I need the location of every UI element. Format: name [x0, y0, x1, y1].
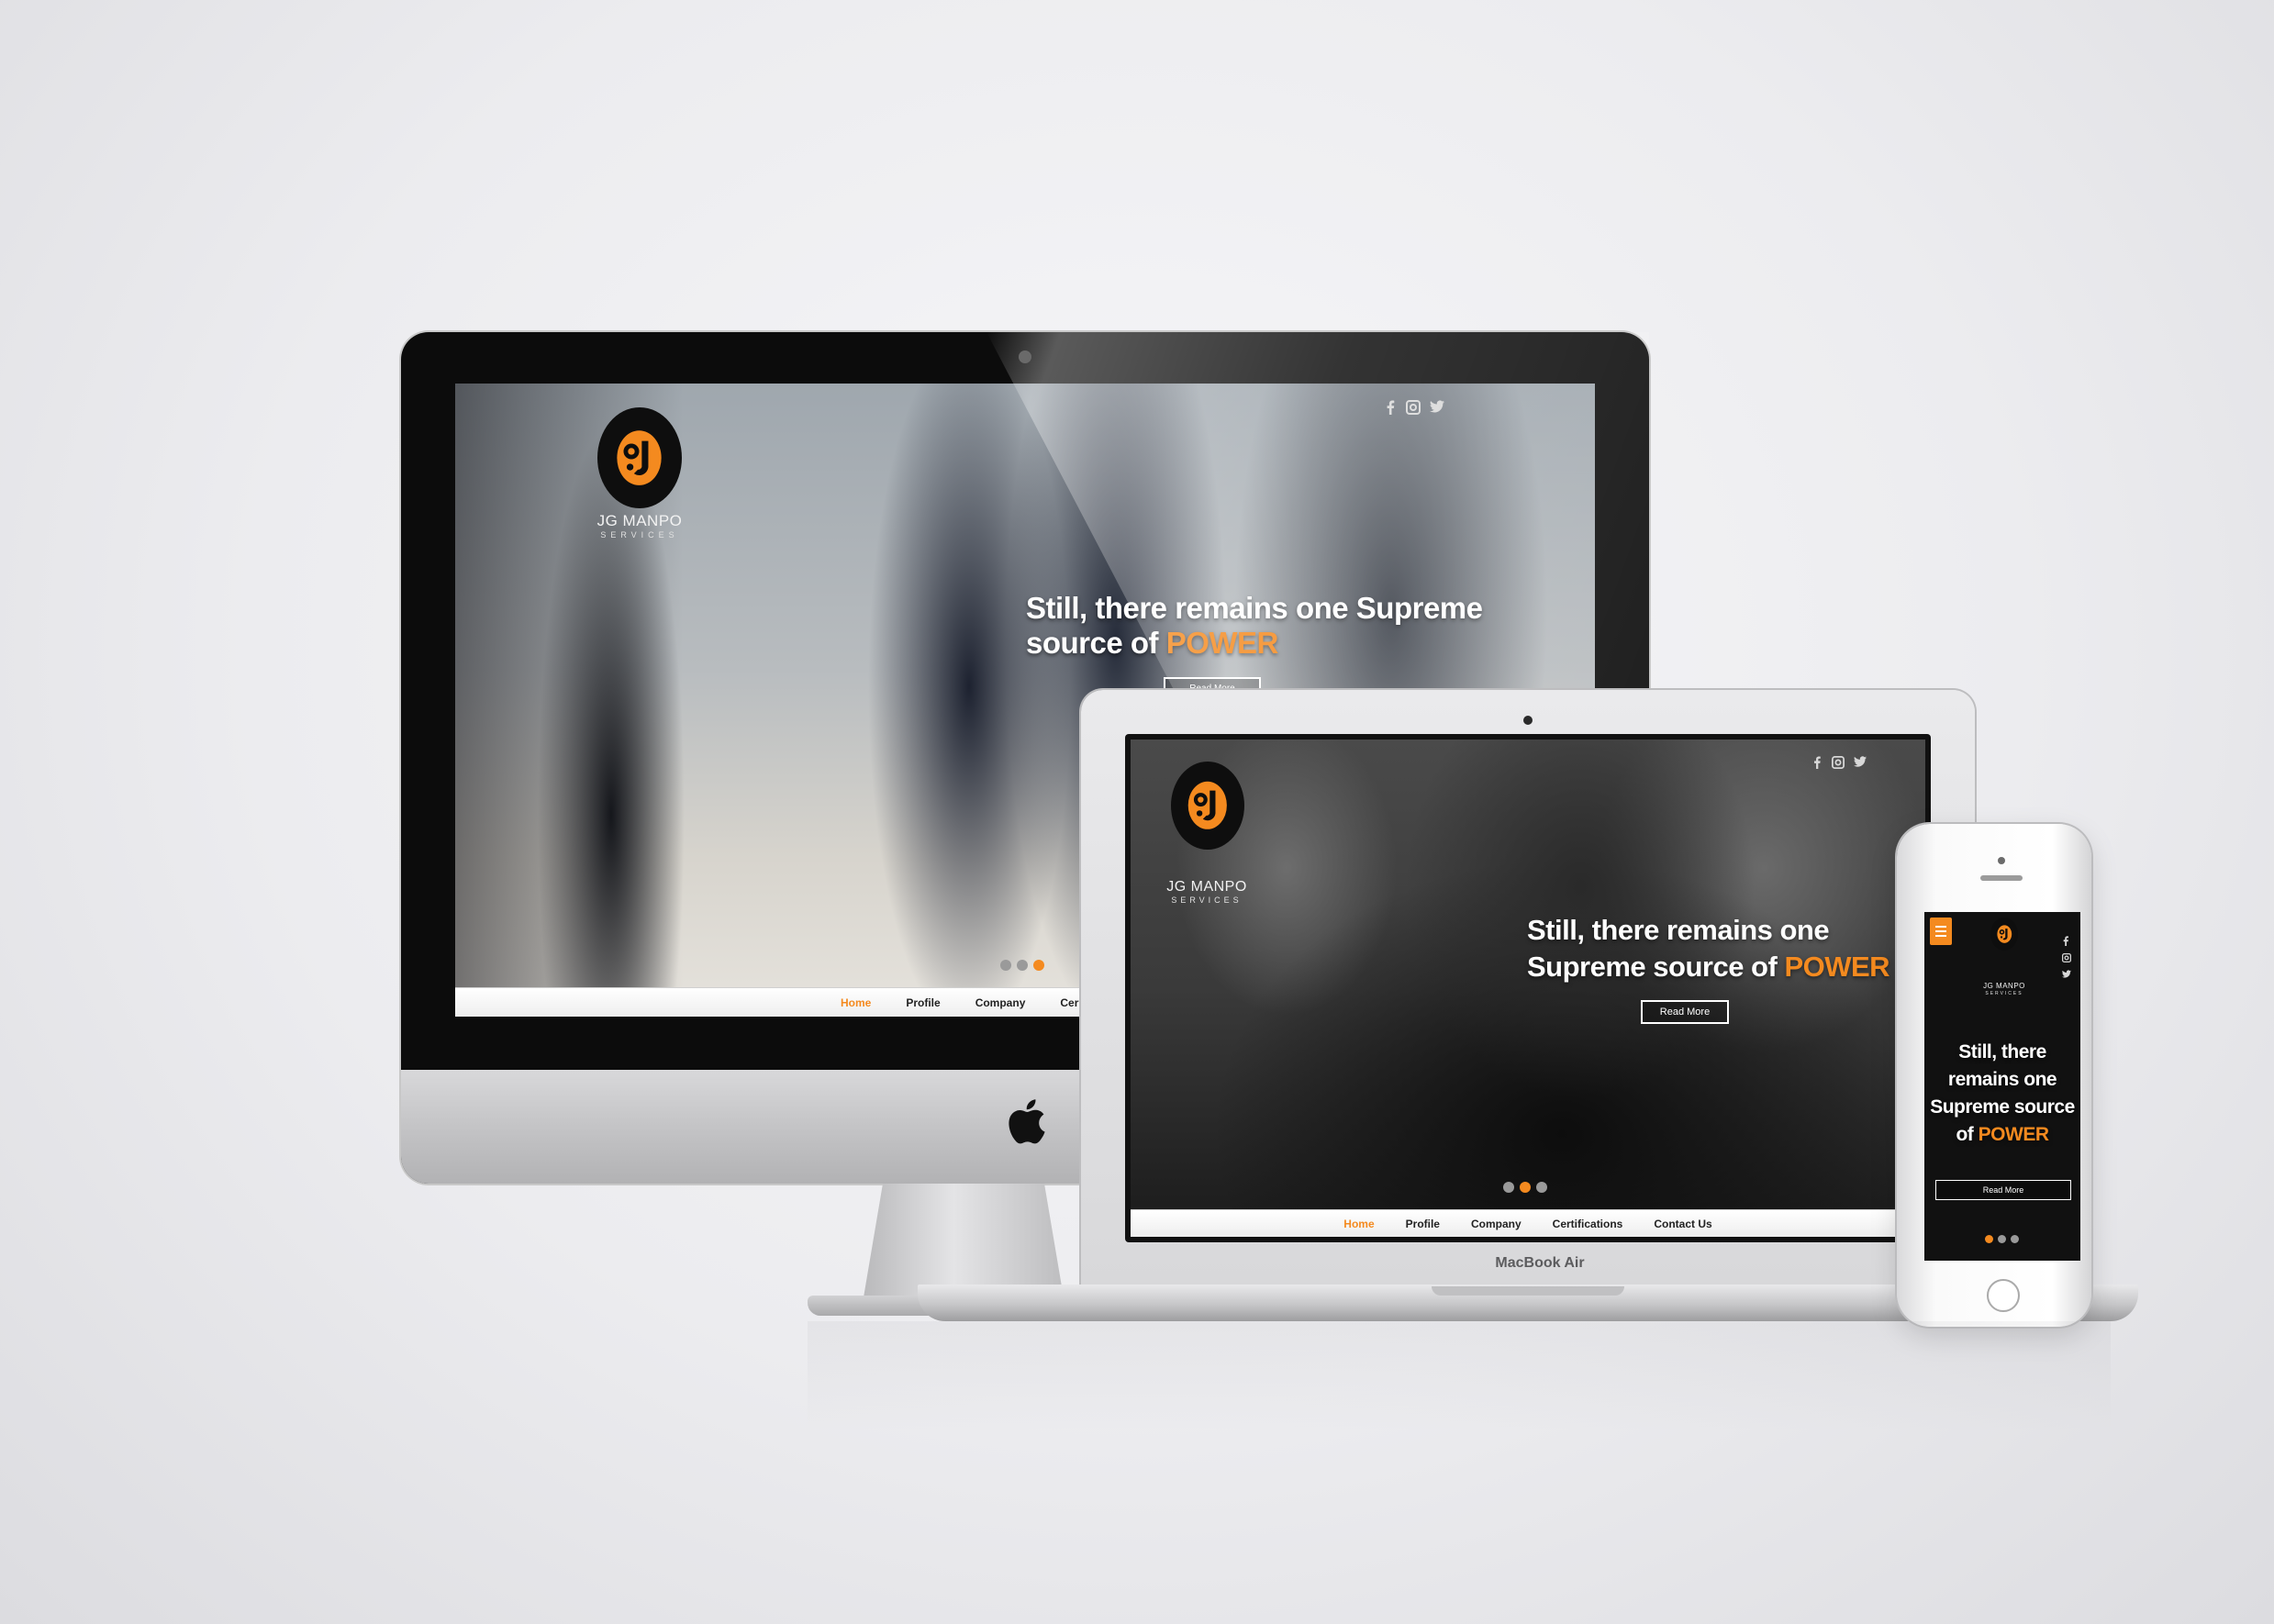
nav-profile[interactable]: Profile — [1406, 1218, 1440, 1230]
hero-headline-line2: Supreme source of POWER — [1527, 951, 1890, 983]
macbook-label: MacBook Air — [1495, 1255, 1585, 1271]
hero-highlight: POWER — [1978, 1124, 2049, 1145]
brand-name: JG MANPO — [596, 512, 683, 529]
read-more-button[interactable]: Read More — [1641, 1000, 1729, 1024]
gj-monogram-icon — [617, 430, 663, 485]
macbook-camera — [1523, 716, 1533, 725]
hero-headline: Still, there remains one Supreme source … — [1026, 591, 1503, 661]
instagram-icon[interactable] — [1406, 400, 1421, 415]
hero-headline-line1: Still, there remains one Supreme — [1026, 591, 1483, 625]
macbook-website-screen: JG MANPO SERVICES Still, there remains o… — [1131, 740, 1925, 1237]
facebook-icon[interactable] — [1811, 756, 1823, 769]
macbook-notch — [1432, 1286, 1624, 1296]
nav-contact-us[interactable]: Contact Us — [1654, 1218, 1711, 1230]
read-more-button[interactable]: Read More — [1935, 1180, 2071, 1200]
twitter-icon[interactable] — [1854, 756, 1867, 767]
nav-company[interactable]: Company — [975, 996, 1026, 1009]
instagram-icon[interactable] — [1832, 756, 1845, 769]
iphone-website-screen: JG MANPO SERVICES Still, there remains o… — [1924, 912, 2080, 1261]
hero-highlight: POWER — [1165, 626, 1279, 660]
menu-button[interactable] — [1930, 918, 1952, 945]
hero-headline-line2: remains one — [1947, 1069, 2057, 1090]
iphone-speaker — [1980, 875, 2023, 881]
social-links — [1811, 756, 1867, 769]
slider-dots — [1503, 1182, 1547, 1193]
iphone-camera — [1998, 857, 2005, 864]
main-nav: Home Profile Company Certifications Cont… — [1131, 1209, 1925, 1237]
floor-reflection — [808, 1321, 2111, 1431]
slider-dot[interactable] — [2011, 1235, 2019, 1243]
hero-headline-line4: of POWER — [1956, 1124, 2049, 1145]
twitter-icon[interactable] — [1430, 400, 1444, 413]
facebook-icon[interactable] — [1384, 400, 1397, 415]
instagram-icon[interactable] — [2062, 953, 2071, 962]
hero-headline-line2: source of POWER — [1026, 626, 1279, 660]
hero-headline-line1: Still, there — [1958, 1041, 2046, 1062]
nav-profile[interactable]: Profile — [906, 996, 940, 1009]
brand-tagline: SERVICES — [1171, 895, 1243, 905]
nav-company[interactable]: Company — [1471, 1218, 1522, 1230]
social-links — [1384, 400, 1444, 417]
hamburger-icon — [1935, 926, 1946, 937]
hero-headline-line3: Supreme source — [1930, 1096, 2075, 1118]
nav-certifications[interactable]: Cer — [1060, 996, 1078, 1009]
imac-camera — [1019, 350, 1031, 363]
brand-tagline: SERVICES — [1985, 991, 2023, 996]
apple-logo-icon — [1009, 1099, 1045, 1144]
hero-headline: Still, there remains one Supreme source … — [1527, 912, 1922, 985]
brand-logo[interactable] — [1171, 762, 1244, 850]
slider-dot-active[interactable] — [1985, 1235, 1993, 1243]
iphone-home-button[interactable] — [1987, 1279, 2020, 1312]
hero-headline-line1: Still, there remains one — [1527, 914, 1830, 946]
slider-dot-active[interactable] — [1033, 960, 1044, 971]
brand-name: JG MANPO — [1983, 982, 2025, 990]
social-links — [2062, 936, 2071, 978]
slider-dots — [1000, 960, 1044, 971]
slider-dot[interactable] — [1503, 1182, 1514, 1193]
brand-tagline: SERVICES — [600, 530, 679, 539]
gj-monogram-icon — [1187, 781, 1228, 830]
slider-dots — [1985, 1235, 2019, 1243]
slider-dot-active[interactable] — [1520, 1182, 1531, 1193]
gj-monogram-icon — [1997, 925, 2012, 943]
slider-dot[interactable] — [1000, 960, 1011, 971]
hero-highlight: POWER — [1784, 951, 1890, 983]
nav-home[interactable]: Home — [1343, 1218, 1374, 1230]
facebook-icon[interactable] — [2062, 936, 2069, 946]
nav-certifications[interactable]: Certifications — [1553, 1218, 1623, 1230]
brand-name: JG MANPO — [1166, 879, 1247, 895]
slider-dot[interactable] — [1017, 960, 1028, 971]
brand-logo[interactable] — [597, 407, 682, 508]
nav-home[interactable]: Home — [841, 996, 871, 1009]
slider-dot[interactable] — [1998, 1235, 2006, 1243]
hero-headline: Still, there remains one Supreme source … — [1924, 1039, 2080, 1149]
slider-dot[interactable] — [1536, 1182, 1547, 1193]
twitter-icon[interactable] — [2062, 970, 2071, 978]
brand-logo[interactable] — [1990, 918, 2018, 951]
